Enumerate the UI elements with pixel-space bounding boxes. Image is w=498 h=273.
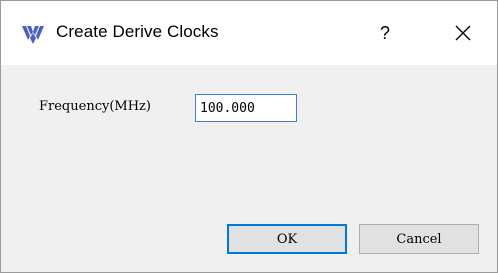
gowin-logo-icon <box>21 23 45 45</box>
cancel-button[interactable]: Cancel <box>359 224 479 254</box>
close-button[interactable] <box>441 15 485 51</box>
frequency-input[interactable] <box>195 94 297 122</box>
help-icon: ? <box>379 22 390 43</box>
frequency-label: Frequency(MHz) <box>39 99 151 114</box>
dialog-body: Frequency(MHz) OK Cancel <box>1 65 497 272</box>
ok-button[interactable]: OK <box>227 224 347 254</box>
help-button[interactable]: ? <box>365 15 405 51</box>
title-bar[interactable]: Create Derive Clocks ? <box>1 1 497 65</box>
dialog-title: Create Derive Clocks <box>56 22 219 41</box>
create-derive-clocks-dialog: Create Derive Clocks ? Frequency(MHz) OK… <box>0 0 498 273</box>
close-icon <box>455 25 471 41</box>
